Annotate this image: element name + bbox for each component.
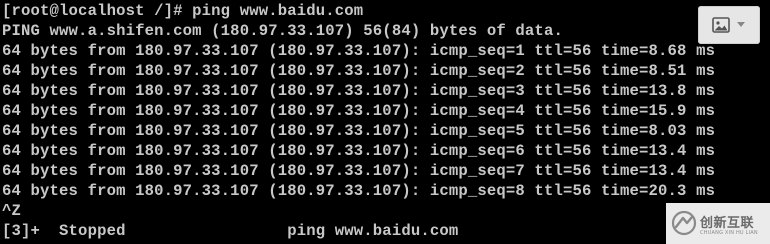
- terminal-line-interrupt: ^Z: [2, 202, 22, 220]
- terminal-line-reply: 64 bytes from 180.97.33.107 (180.97.33.1…: [2, 42, 716, 60]
- terminal-line-reply: 64 bytes from 180.97.33.107 (180.97.33.1…: [2, 142, 716, 160]
- terminal-line-reply: 64 bytes from 180.97.33.107 (180.97.33.1…: [2, 82, 716, 100]
- brand-watermark: 创新互联 CHUANG XIN HU LIAN: [666, 203, 770, 244]
- terminal-line-command: [root@localhost /]# ping www.baidu.com: [2, 2, 364, 20]
- terminal-line-ping-header: PING www.a.shifen.com (180.97.33.107) 56…: [2, 22, 563, 40]
- terminal-line-reply: 64 bytes from 180.97.33.107 (180.97.33.1…: [2, 62, 716, 80]
- terminal-line-reply: 64 bytes from 180.97.33.107 (180.97.33.1…: [2, 182, 716, 200]
- terminal-line-reply: 64 bytes from 180.97.33.107 (180.97.33.1…: [2, 122, 716, 140]
- terminal-line-job-status: [3]+ Stopped ping www.baidu.com: [2, 222, 459, 240]
- image-icon: [712, 17, 730, 33]
- brand-logo-icon: [671, 210, 697, 236]
- terminal-output: [root@localhost /]# ping www.baidu.com P…: [2, 1, 715, 241]
- brand-subtitle: CHUANG XIN HU LIAN: [700, 230, 758, 236]
- terminal-line-reply: 64 bytes from 180.97.33.107 (180.97.33.1…: [2, 102, 716, 120]
- terminal-line-reply: 64 bytes from 180.97.33.107 (180.97.33.1…: [2, 162, 716, 180]
- chevron-down-icon: [737, 22, 745, 27]
- terminal-window[interactable]: [root@localhost /]# ping www.baidu.com P…: [0, 0, 770, 244]
- image-tool-button[interactable]: [698, 6, 760, 44]
- brand-name: 创新互联: [700, 216, 755, 231]
